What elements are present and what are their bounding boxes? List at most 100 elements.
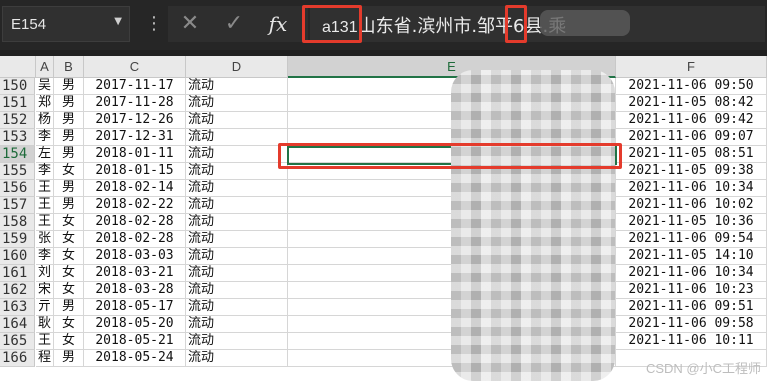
row-header[interactable]: 163: [0, 299, 35, 316]
cancel-icon[interactable]: ✕: [172, 6, 208, 42]
cell-a[interactable]: 杨: [36, 112, 54, 129]
row-header[interactable]: 154: [0, 146, 35, 163]
cell-f[interactable]: 2021-11-06 10:34: [616, 180, 767, 197]
column-header-f[interactable]: F: [616, 56, 767, 78]
cell-c[interactable]: 2018-01-11: [84, 146, 186, 163]
cell-a[interactable]: 吴: [36, 78, 54, 95]
cell-f[interactable]: 2021-11-06 10:11: [616, 333, 767, 350]
cell-b[interactable]: 男: [54, 146, 84, 163]
cell-b[interactable]: 女: [54, 316, 84, 333]
cell-f[interactable]: 2021-11-06 10:23: [616, 282, 767, 299]
cell-b[interactable]: 男: [54, 78, 84, 95]
cell-d[interactable]: 流动: [186, 282, 288, 299]
cell-f[interactable]: 2021-11-06 10:02: [616, 197, 767, 214]
confirm-icon[interactable]: ✓: [216, 6, 252, 42]
cell-a[interactable]: 郑: [36, 95, 54, 112]
cell-f[interactable]: 2021-11-06 10:34: [616, 265, 767, 282]
cell-f[interactable]: 2021-11-06 09:50: [616, 78, 767, 95]
cell-b[interactable]: 女: [54, 214, 84, 231]
cell-b[interactable]: 男: [54, 350, 84, 367]
cell-d[interactable]: 流动: [186, 231, 288, 248]
row-header[interactable]: 153: [0, 129, 35, 146]
formula-input[interactable]: a131山东省.滨州市.邹平6县.乘: [310, 6, 765, 42]
column-header-b[interactable]: B: [54, 56, 84, 78]
cell-a[interactable]: 李: [36, 129, 54, 146]
more-options-icon[interactable]: ⋮: [145, 10, 163, 38]
cell-d[interactable]: 流动: [186, 197, 288, 214]
chevron-down-icon[interactable]: ▼: [114, 16, 122, 27]
cell-d[interactable]: 流动: [186, 78, 288, 95]
cell-b[interactable]: 男: [54, 95, 84, 112]
cell-d[interactable]: 流动: [186, 265, 288, 282]
cell-f[interactable]: 2021-11-05 08:51: [616, 146, 767, 163]
row-header[interactable]: 165: [0, 333, 35, 350]
cell-d[interactable]: 流动: [186, 299, 288, 316]
cell-a[interactable]: 耿: [36, 316, 54, 333]
cell-c[interactable]: 2018-01-15: [84, 163, 186, 180]
cell-c[interactable]: 2017-11-28: [84, 95, 186, 112]
cell-d[interactable]: 流动: [186, 316, 288, 333]
cell-d[interactable]: 流动: [186, 95, 288, 112]
row-header[interactable]: 157: [0, 197, 35, 214]
row-header[interactable]: 151: [0, 95, 35, 112]
row-header[interactable]: 158: [0, 214, 35, 231]
name-box[interactable]: E154 ▼: [2, 6, 130, 42]
cell-a[interactable]: 王: [36, 333, 54, 350]
cell-f[interactable]: 2021-11-05 10:36: [616, 214, 767, 231]
cell-a[interactable]: 李: [36, 248, 54, 265]
cell-a[interactable]: 李: [36, 163, 54, 180]
row-header[interactable]: 161: [0, 265, 35, 282]
cell-b[interactable]: 女: [54, 333, 84, 350]
cell-d[interactable]: 流动: [186, 214, 288, 231]
row-header[interactable]: 155: [0, 163, 35, 180]
cell-c[interactable]: 2018-02-14: [84, 180, 186, 197]
row-header[interactable]: 164: [0, 316, 35, 333]
cell-c[interactable]: 2018-03-21: [84, 265, 186, 282]
cell-d[interactable]: 流动: [186, 112, 288, 129]
row-header[interactable]: 166: [0, 350, 35, 367]
cell-c[interactable]: 2017-12-26: [84, 112, 186, 129]
row-header[interactable]: 159: [0, 231, 35, 248]
cell-d[interactable]: 流动: [186, 350, 288, 367]
cell-c[interactable]: 2018-02-28: [84, 214, 186, 231]
cell-a[interactable]: 左: [36, 146, 54, 163]
cell-a[interactable]: 程: [36, 350, 54, 367]
column-header-a[interactable]: A: [36, 56, 54, 78]
cell-f[interactable]: 2021-11-05 08:42: [616, 95, 767, 112]
cell-c[interactable]: 2018-05-21: [84, 333, 186, 350]
cell-a[interactable]: 刘: [36, 265, 54, 282]
row-header[interactable]: 162: [0, 282, 35, 299]
spreadsheet-grid[interactable]: A B C D E F 150吴男2017-11-17流动山东省.滨州市.202…: [0, 56, 767, 381]
cell-d[interactable]: 流动: [186, 180, 288, 197]
cell-b[interactable]: 女: [54, 282, 84, 299]
cell-c[interactable]: 2018-05-24: [84, 350, 186, 367]
row-header[interactable]: 160: [0, 248, 35, 265]
cell-c[interactable]: 2018-03-03: [84, 248, 186, 265]
row-header[interactable]: 152: [0, 112, 35, 129]
cell-b[interactable]: 女: [54, 231, 84, 248]
cell-a[interactable]: 王: [36, 214, 54, 231]
cell-c[interactable]: 2017-11-17: [84, 78, 186, 95]
cell-d[interactable]: 流动: [186, 163, 288, 180]
cell-f[interactable]: 2021-11-06 09:58: [616, 316, 767, 333]
cell-f[interactable]: 2021-11-06 09:54: [616, 231, 767, 248]
cell-c[interactable]: 2018-03-28: [84, 282, 186, 299]
cell-b[interactable]: 男: [54, 112, 84, 129]
insert-function-icon[interactable]: fx: [260, 6, 296, 42]
cell-c[interactable]: 2018-05-17: [84, 299, 186, 316]
row-header[interactable]: 150: [0, 78, 35, 95]
cell-f[interactable]: 2021-11-05 14:10: [616, 248, 767, 265]
cell-f[interactable]: 2021-11-06 09:42: [616, 112, 767, 129]
cell-a[interactable]: 王: [36, 197, 54, 214]
column-header-d[interactable]: D: [186, 56, 288, 78]
cell-c[interactable]: 2018-02-22: [84, 197, 186, 214]
cell-b[interactable]: 男: [54, 299, 84, 316]
cell-b[interactable]: 女: [54, 248, 84, 265]
cell-c[interactable]: 2018-05-20: [84, 316, 186, 333]
cell-b[interactable]: 女: [54, 163, 84, 180]
cell-b[interactable]: 男: [54, 180, 84, 197]
cell-d[interactable]: 流动: [186, 333, 288, 350]
cell-f[interactable]: 2021-11-05 09:38: [616, 163, 767, 180]
cell-d[interactable]: 流动: [186, 146, 288, 163]
cell-a[interactable]: 宋: [36, 282, 54, 299]
